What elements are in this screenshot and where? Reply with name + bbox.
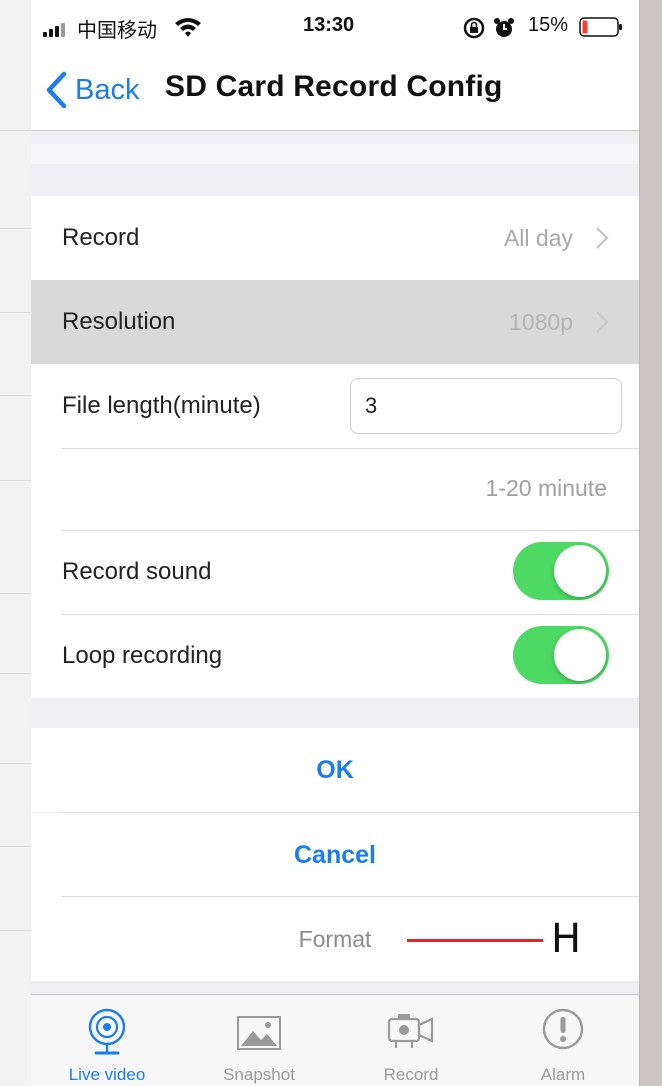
- loop-recording-toggle[interactable]: [513, 626, 609, 684]
- back-chevron-icon: [46, 71, 67, 109]
- tab-bar: Live video Snapshot Record Alarm: [31, 994, 639, 1086]
- tab-live-video[interactable]: Live video: [31, 995, 183, 1086]
- record-mode-label: Record: [62, 224, 140, 251]
- battery-percent: 15%: [528, 14, 569, 36]
- section-spacer: [31, 131, 639, 196]
- loop-recording-row: Loop recording: [31, 614, 639, 698]
- status-bar: 中国移动 13:30 15%: [31, 0, 639, 56]
- record-camera-icon: [387, 1014, 434, 1048]
- phone-screen: 中国移动 13:30 15% Back SD Card Record Confi…: [31, 0, 639, 1086]
- signal-strength-icon: [43, 21, 71, 37]
- file-length-label: File length(minute): [62, 392, 261, 419]
- resolution-value: 1080p: [509, 309, 573, 335]
- alarm-clock-icon: [494, 18, 514, 37]
- loop-recording-label: Loop recording: [62, 642, 223, 669]
- tab-label: Record: [383, 1065, 439, 1084]
- resolution-label: Resolution: [62, 308, 176, 335]
- tab-label: Alarm: [540, 1065, 586, 1084]
- file-length-input[interactable]: [350, 378, 622, 434]
- file-length-hint-row: 1-20 minute: [31, 448, 639, 530]
- tab-label: Snapshot: [223, 1065, 295, 1084]
- carrier-name: 中国移动: [77, 20, 157, 42]
- record-sound-toggle[interactable]: [513, 542, 609, 600]
- background-left-strip: [0, 0, 31, 1086]
- chevron-right-icon: [596, 227, 609, 249]
- wifi-icon: [175, 18, 201, 37]
- alarm-icon: [542, 1008, 584, 1050]
- record-sound-label: Record sound: [62, 558, 212, 585]
- snapshot-icon: [237, 1016, 281, 1050]
- back-label: Back: [75, 73, 140, 106]
- resolution-row[interactable]: Resolution 1080p: [31, 280, 639, 364]
- record-mode-value: All day: [503, 225, 573, 251]
- file-length-hint: 1-20 minute: [485, 475, 607, 501]
- annotation-red-line: [407, 939, 543, 942]
- battery-icon: [579, 17, 622, 37]
- annotation-letter: H: [551, 916, 582, 962]
- tab-record[interactable]: Record: [335, 995, 487, 1086]
- live-video-icon: [88, 1008, 126, 1055]
- navigation-bar: Back SD Card Record Config: [31, 56, 639, 131]
- section-spacer: [31, 698, 639, 728]
- tab-alarm[interactable]: Alarm: [487, 995, 639, 1086]
- status-time: 13:30: [303, 14, 355, 36]
- rotation-lock-icon: [463, 17, 485, 39]
- tab-label: Live video: [68, 1065, 146, 1084]
- chevron-right-icon: [596, 311, 609, 333]
- record-sound-row: Record sound: [31, 530, 639, 614]
- tab-snapshot[interactable]: Snapshot: [183, 995, 335, 1086]
- ok-button[interactable]: OK: [31, 728, 639, 812]
- file-length-row: File length(minute): [31, 364, 639, 448]
- back-button[interactable]: Back: [45, 68, 139, 112]
- page-title: SD Card Record Config: [165, 70, 503, 103]
- format-row: Format: [31, 897, 639, 981]
- background-right-strip: [639, 0, 662, 1086]
- format-button[interactable]: Format: [31, 897, 639, 981]
- cancel-button[interactable]: Cancel: [31, 813, 639, 897]
- record-mode-row[interactable]: Record All day: [31, 196, 639, 280]
